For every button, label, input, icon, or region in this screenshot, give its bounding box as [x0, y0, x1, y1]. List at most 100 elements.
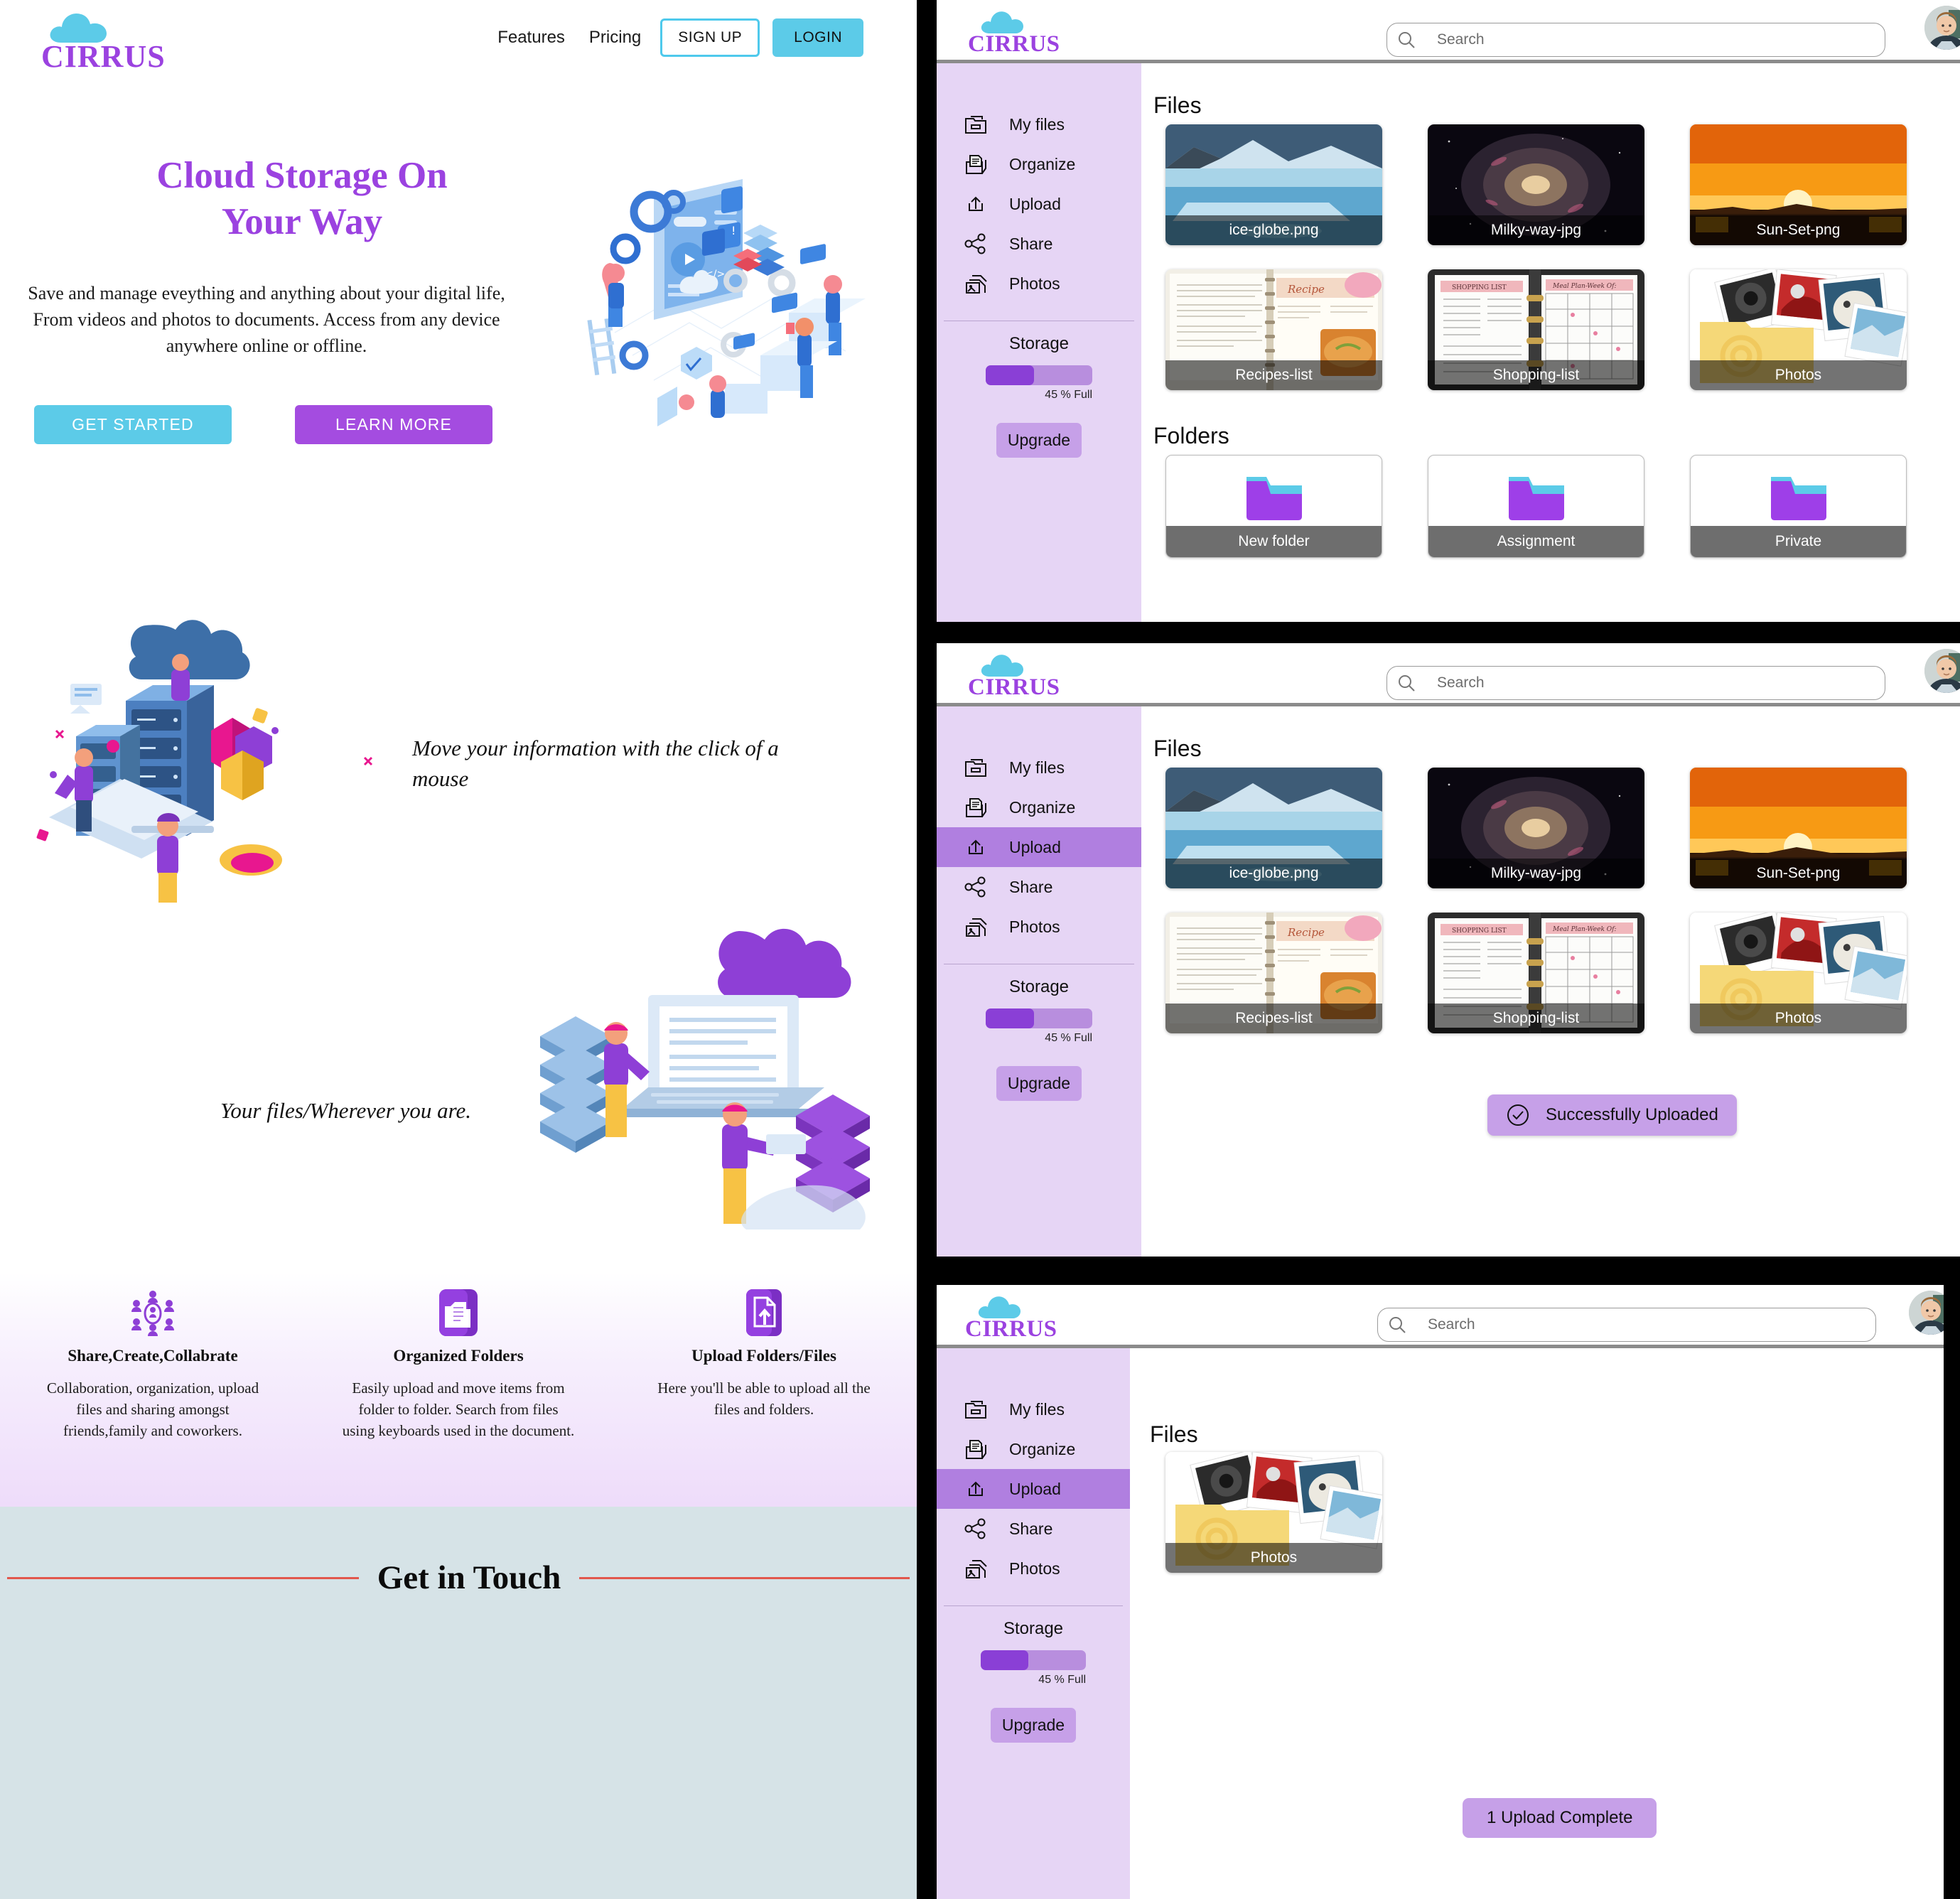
sidebar-label: Organize [1009, 1439, 1076, 1458]
search-input[interactable]: Search [1386, 23, 1885, 57]
file-name: Recipes-list [1165, 1004, 1382, 1033]
sidebar-label: Share [1009, 1519, 1053, 1538]
sidebar-label: Share [1009, 234, 1053, 253]
get-started-button[interactable]: GET STARTED [34, 405, 232, 444]
search-input[interactable]: Search [1386, 666, 1885, 700]
feature-title: Share,Create,Collabrate [68, 1347, 238, 1365]
app-brand-logo[interactable]: CIRRUS [968, 9, 1096, 65]
avatar-photo [1924, 649, 1960, 693]
sidebar-item-my-files[interactable]: My files [937, 104, 1141, 144]
sidebar-item-organize[interactable]: Organize [937, 1429, 1130, 1469]
file-card[interactable]: SHOPPING LIST Meal Plan-Week Of: Shoppin… [1428, 913, 1644, 1033]
file-name: Photos [1690, 360, 1907, 390]
sidebar-item-share[interactable]: Share [937, 867, 1141, 907]
learn-more-button[interactable]: LEARN MORE [295, 405, 492, 444]
share-nodes-icon [964, 1518, 986, 1539]
sidebar-item-photos[interactable]: Photos [937, 264, 1141, 303]
footer-section: Get in Touch CONTACT [0, 1507, 917, 1899]
app-brand-name: CIRRUS [965, 1316, 1057, 1342]
file-card[interactable]: Photos [1690, 913, 1907, 1033]
folders-grid: New folder Assignment Private [1165, 455, 1907, 558]
app-brand-logo[interactable]: CIRRUS [965, 1293, 1093, 1350]
file-name: Photos [1165, 1543, 1382, 1573]
sidebar-item-photos[interactable]: Photos [937, 1549, 1130, 1588]
file-name: Shopping-list [1428, 1004, 1644, 1033]
feature-title: Organized Folders [393, 1347, 524, 1365]
folder-icon [1246, 477, 1302, 520]
sidebar-item-my-files[interactable]: My files [937, 1389, 1130, 1429]
sidebar-label: Photos [1009, 274, 1060, 293]
feature-body: Here you'll be able to upload all the fi… [657, 1379, 871, 1418]
file-card[interactable]: Milky-way-jpg [1428, 124, 1644, 245]
upgrade-button[interactable]: Upgrade [996, 423, 1082, 458]
storage-label: Storage [1008, 977, 1070, 996]
search-icon [1399, 32, 1415, 48]
svg-text:!: ! [731, 224, 736, 237]
file-card[interactable]: SHOPPING LIST Meal Plan-Week Of: Shoppin… [1428, 269, 1644, 390]
avatar[interactable] [1924, 649, 1960, 693]
file-card[interactable]: Photos [1690, 269, 1907, 390]
file-card[interactable]: Recipe Recipes-list [1165, 269, 1382, 390]
nav-links: Features Pricing SIGN UP LOGIN [485, 18, 863, 57]
svg-text:Recipe: Recipe [1287, 926, 1325, 939]
storage-bar [986, 1008, 1092, 1028]
storage-percent-text: 45 % Full [1045, 1032, 1092, 1044]
file-card[interactable]: Sun-Set-png [1690, 124, 1907, 245]
folder-card[interactable]: Private [1690, 455, 1907, 558]
toast-label: Successfully Uploaded [1546, 1105, 1718, 1124]
sidebar-item-share[interactable]: Share [937, 1509, 1130, 1549]
nav-link-features[interactable]: Features [485, 28, 577, 48]
signup-button[interactable]: SIGN UP [660, 18, 760, 57]
files-grid: ice-globe.png Milky-way-jpg Sun-Set-png … [1165, 124, 1907, 390]
hero-title-line1: Cloud Storage On [156, 155, 448, 196]
storage-percent-text: 45 % Full [1038, 1674, 1086, 1686]
svg-text:Meal Plan-Week Of:: Meal Plan-Week Of: [1552, 283, 1617, 290]
sidebar-label: Upload [1009, 837, 1061, 856]
file-card[interactable]: ice-globe.png [1165, 124, 1382, 245]
storage-percent-text: 45 % Full [1045, 389, 1092, 401]
nav-link-pricing[interactable]: Pricing [577, 28, 653, 48]
section-title-files: Files [1153, 92, 1202, 118]
tagline-2: Your files/Wherever you are. [220, 1098, 472, 1123]
feature-card-folders: Organized Folders Easily upload and move… [306, 1272, 611, 1507]
file-card[interactable]: Milky-way-jpg [1428, 768, 1644, 888]
file-upload-icon [746, 1289, 782, 1336]
sidebar-item-share[interactable]: Share [937, 224, 1141, 264]
file-card[interactable]: Recipe Recipes-list [1165, 913, 1382, 1033]
share-nodes-icon [964, 233, 986, 254]
brand-logo[interactable]: CIRRUS [30, 6, 172, 84]
hero-title: Cloud Storage On Your Way [71, 153, 533, 244]
avatar-photo [1924, 6, 1960, 50]
sidebar-item-organize[interactable]: Organize [937, 144, 1141, 184]
upload-arrow-icon [969, 196, 983, 211]
hero-illustration: </> ! [587, 179, 866, 426]
folder-icon [1770, 477, 1826, 520]
file-card[interactable]: Photos [1165, 1452, 1382, 1573]
sidebar-item-photos[interactable]: Photos [937, 907, 1141, 947]
avatar[interactable] [1909, 1291, 1944, 1335]
file-card[interactable]: ice-globe.png [1165, 768, 1382, 888]
photos-stack-icon [966, 918, 987, 937]
folder-name: New folder [1166, 526, 1382, 557]
app-brand-logo[interactable]: CIRRUS [968, 652, 1096, 709]
feature-body: Easily upload and move items from folder… [342, 1379, 575, 1439]
storage-bar-fill [981, 1650, 1028, 1670]
search-icon [1389, 1317, 1406, 1333]
section-title-files: Files [1150, 1421, 1198, 1447]
sidebar-item-upload[interactable]: Upload [937, 184, 1141, 224]
sidebar-item-upload[interactable]: Upload [937, 827, 1141, 867]
file-name: Sun-Set-png [1690, 215, 1907, 245]
folder-card[interactable]: Assignment [1428, 455, 1644, 558]
folder-card[interactable]: New folder [1165, 455, 1382, 558]
avatar[interactable] [1924, 6, 1960, 50]
sidebar-item-my-files[interactable]: My files [937, 748, 1141, 787]
login-button[interactable]: LOGIN [772, 18, 863, 57]
file-name: ice-globe.png [1165, 859, 1382, 888]
file-card[interactable]: Sun-Set-png [1690, 768, 1907, 888]
sidebar-item-organize[interactable]: Organize [937, 787, 1141, 827]
upgrade-button[interactable]: Upgrade [991, 1708, 1076, 1743]
upgrade-button[interactable]: Upgrade [996, 1066, 1082, 1101]
upload-arrow-icon [969, 1481, 983, 1496]
search-input[interactable]: Search [1377, 1308, 1876, 1342]
sidebar-item-upload[interactable]: Upload [937, 1469, 1130, 1509]
